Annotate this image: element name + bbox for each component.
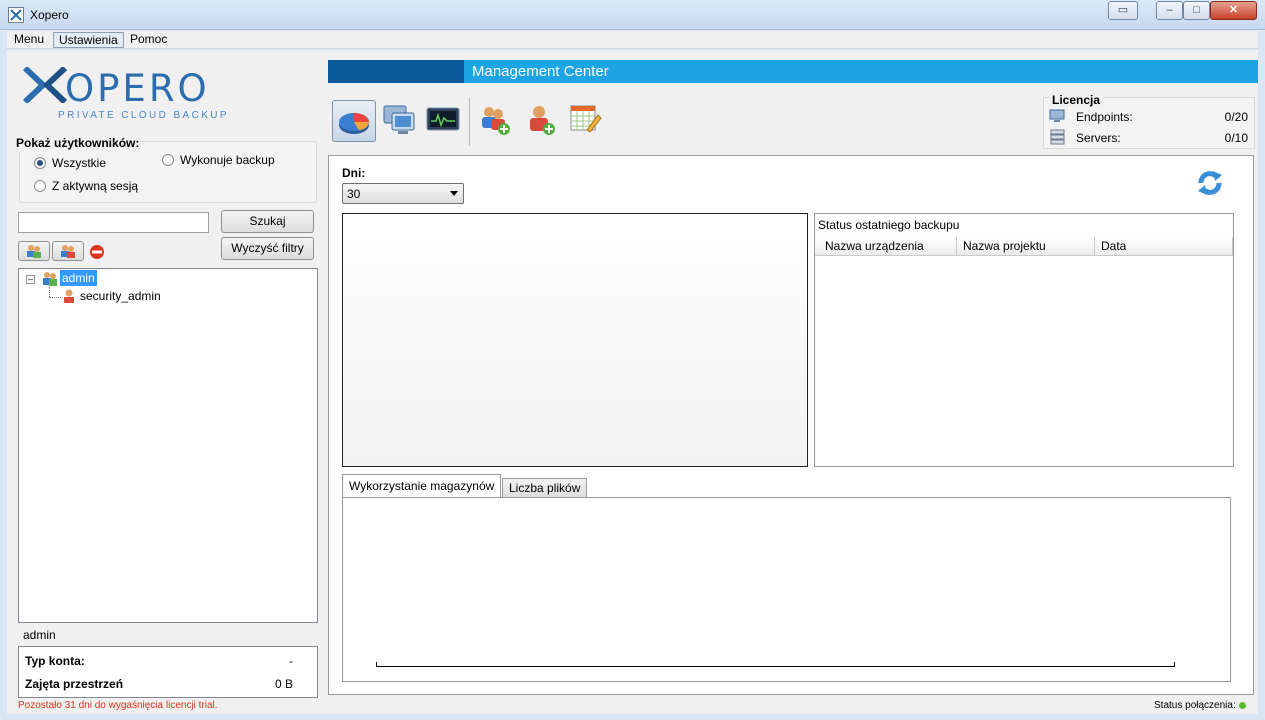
user-tree: – admin security_admin [18,268,318,623]
users-icon [61,245,75,258]
radio-backing-up[interactable]: Wykonuje backup [162,153,275,167]
xopero-logo-icon [23,67,67,103]
minimize-button[interactable]: – [1156,1,1183,20]
app-icon [8,7,24,23]
account-type-value: - [289,654,293,668]
trial-notice: Pozostało 31 dni do wygaśnięcia licencji… [18,700,218,711]
tree-node-security-admin[interactable]: security_admin [80,289,161,303]
window-title: Xopero [30,8,69,22]
radio-selected-icon [34,157,46,169]
axis-tick [376,662,377,667]
menu-item-ustawienia[interactable]: Ustawienia [53,32,124,48]
status-bar: Pozostało 31 dni do wygaśnięcia licencji… [7,698,1258,714]
toolbar-divider [469,98,470,146]
connection-status-icon [1239,702,1246,709]
days-select[interactable]: 30 [342,183,464,204]
monitor-icon [426,107,460,131]
account-type-label: Typ konta: [25,654,85,668]
collapse-icon[interactable]: – [26,275,35,284]
radio-all[interactable]: Wszystkie [34,156,106,170]
radio-backing-up-label: Wykonuje backup [180,153,275,167]
used-space-row: Zajęta przestrzeń 0 B [25,677,293,691]
account-type-row: Typ konta: - [25,654,293,668]
backup-status-box: Status ostatniego backupu Nazwa urządzen… [814,213,1234,467]
close-button[interactable]: ✕ [1210,1,1257,20]
header-bar: Management Center [328,60,1258,83]
user-icon [64,289,74,303]
used-space-value: 0 B [274,677,293,691]
computers-button[interactable] [378,100,422,142]
used-space-label: Zajęta przestrzeń [25,677,124,691]
chart-area [342,213,808,467]
menu-item-menu[interactable]: Menu [9,32,49,48]
tree-node-admin[interactable]: admin [60,270,97,286]
tab-file-count[interactable]: Liczba plików [502,478,588,498]
tree-line [49,297,61,298]
radio-icon [34,180,46,192]
chevron-down-icon [450,191,458,196]
schedule-icon [570,105,602,133]
endpoints-value: 0/20 [1224,110,1248,124]
header-accent [328,60,464,83]
title-bar: Xopero ▭ – □ ✕ [0,0,1265,30]
column-device-name[interactable]: Nazwa urządzenia [815,237,957,256]
tab-content [342,497,1231,682]
menu-item-pomoc[interactable]: Pomoc [125,32,172,48]
column-date[interactable]: Data [1095,237,1233,256]
servers-icon [1050,129,1065,145]
computers-icon [383,105,415,134]
backup-status-title: Status ostatniego backupu [818,218,960,232]
add-group-icon [482,107,510,135]
add-user-button[interactable] [519,100,563,142]
show-groups-button[interactable] [18,241,50,261]
user-group-icon [27,245,41,258]
remove-icon[interactable] [89,244,105,260]
show-users-button[interactable] [52,241,84,261]
license-title: Licencja [1050,93,1103,107]
add-user-icon [530,106,555,135]
group-icon [43,272,57,286]
radio-active-session[interactable]: Z aktywną sesją [34,179,138,193]
restore-icon-button[interactable]: ▭ [1108,1,1138,20]
days-select-value: 30 [347,187,361,201]
tab-storage-usage[interactable]: Wykorzystanie magazynów [342,474,502,498]
endpoints-icon [1049,109,1065,122]
user-filter-title: Pokaż użytkowników: [15,136,141,150]
add-group-button[interactable] [473,100,517,142]
logo-tagline: PRIVATE CLOUD BACKUP [58,110,229,121]
days-label: Dni: [342,166,366,180]
dashboard-panel: Dni: 30 Status ostatniego backupu Nazwa … [328,155,1254,695]
servers-label: Servers: [1076,131,1121,145]
radio-all-label: Wszystkie [52,156,106,170]
endpoints-label: Endpoints: [1076,110,1133,124]
page-title: Management Center [472,63,609,80]
account-info-box: Typ konta: - Zajęta przestrzeń 0 B [18,646,318,698]
search-input[interactable] [18,212,209,233]
chart-axis-line [376,666,1175,667]
schedule-button[interactable] [563,100,607,142]
radio-active-session-label: Z aktywną sesją [52,179,139,193]
selected-user-label: admin [23,628,56,642]
dashboard-chart-icon [339,113,370,134]
main-window: OPERO PRIVATE CLOUD BACKUP Pokaż użytkow… [7,50,1258,714]
connection-status-label: Status połączenia: [1154,700,1236,711]
monitor-button[interactable] [423,100,467,142]
menu-bar: Menu Ustawienia Pomoc [7,31,1258,49]
logo-text: OPERO [65,67,210,110]
maximize-button[interactable]: □ [1183,1,1210,20]
servers-value: 0/10 [1224,131,1248,145]
search-button[interactable]: Szukaj [221,210,314,233]
user-filter-group [19,141,317,203]
clear-filters-button[interactable]: Wyczyść filtry [221,237,314,260]
axis-tick [1174,662,1175,667]
dashboard-button[interactable] [332,100,376,142]
refresh-icon[interactable] [1193,166,1227,200]
column-project-name[interactable]: Nazwa projektu [957,237,1095,256]
radio-icon [162,154,174,166]
tree-line [49,287,50,297]
